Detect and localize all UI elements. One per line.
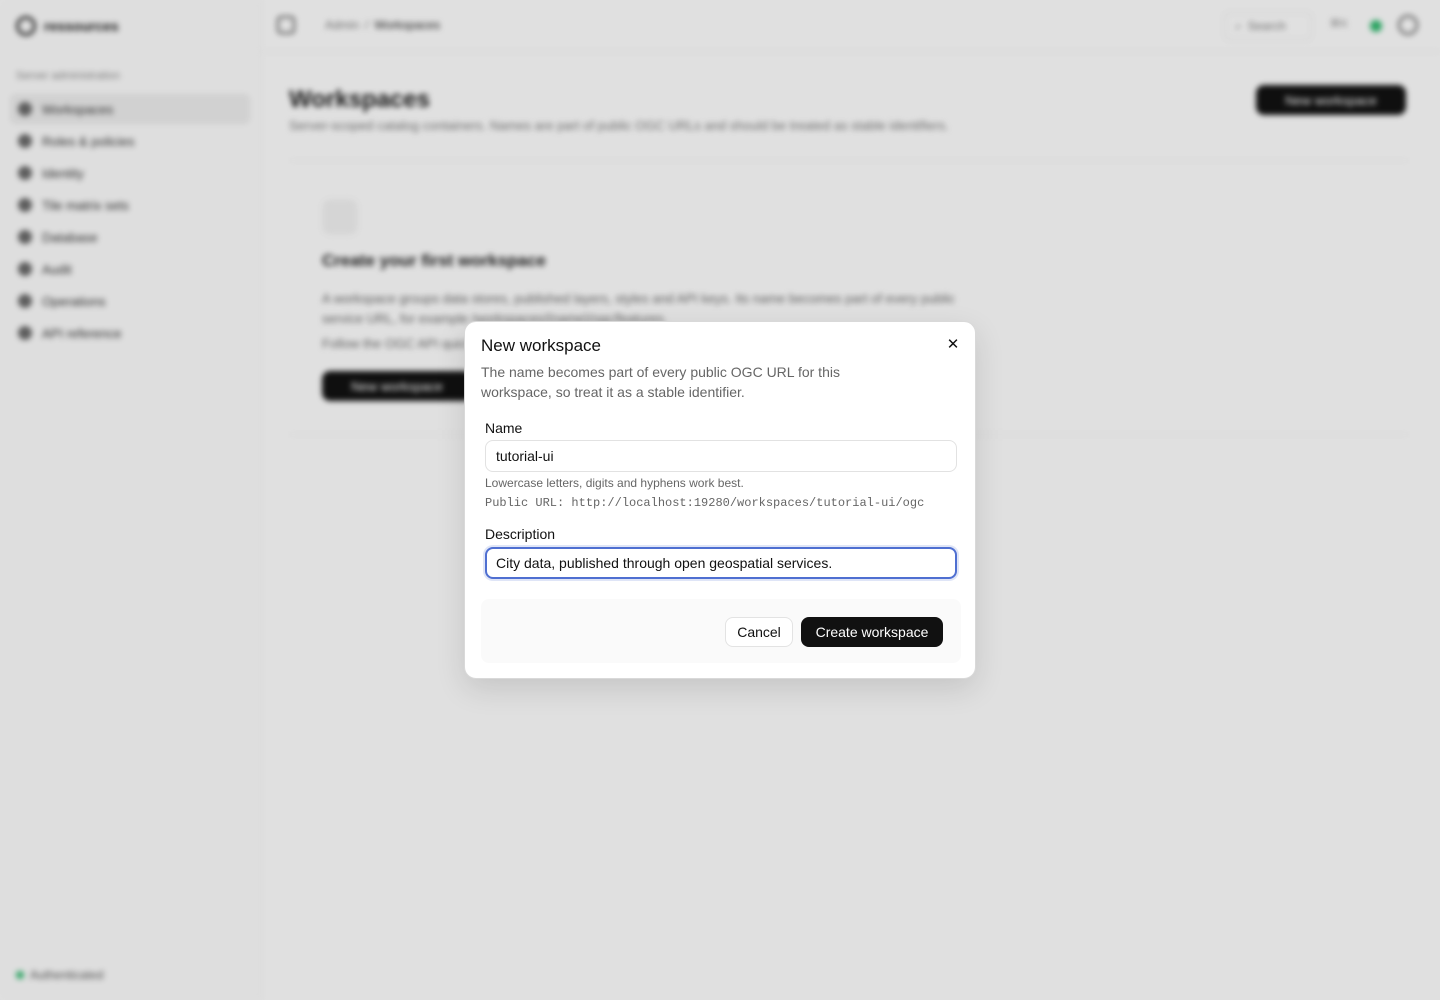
name-hint: Lowercase letters, digits and hyphens wo… xyxy=(485,476,744,490)
name-input[interactable] xyxy=(485,440,957,472)
dialog-footer: Cancel Create workspace xyxy=(481,599,961,663)
name-label: Name xyxy=(485,420,523,436)
new-workspace-dialog: New workspace ✕ The name becomes part of… xyxy=(464,321,976,679)
description-input[interactable] xyxy=(485,547,957,579)
dialog-description: The name becomes part of every public OG… xyxy=(481,364,840,400)
cancel-button[interactable]: Cancel xyxy=(725,617,793,647)
create-workspace-button[interactable]: Create workspace xyxy=(801,617,943,647)
public-url-preview: Public URL: http://localhost:19280/works… xyxy=(485,496,925,510)
dialog-title: New workspace xyxy=(481,336,601,355)
description-label: Description xyxy=(485,526,556,542)
close-icon[interactable]: ✕ xyxy=(943,334,963,354)
